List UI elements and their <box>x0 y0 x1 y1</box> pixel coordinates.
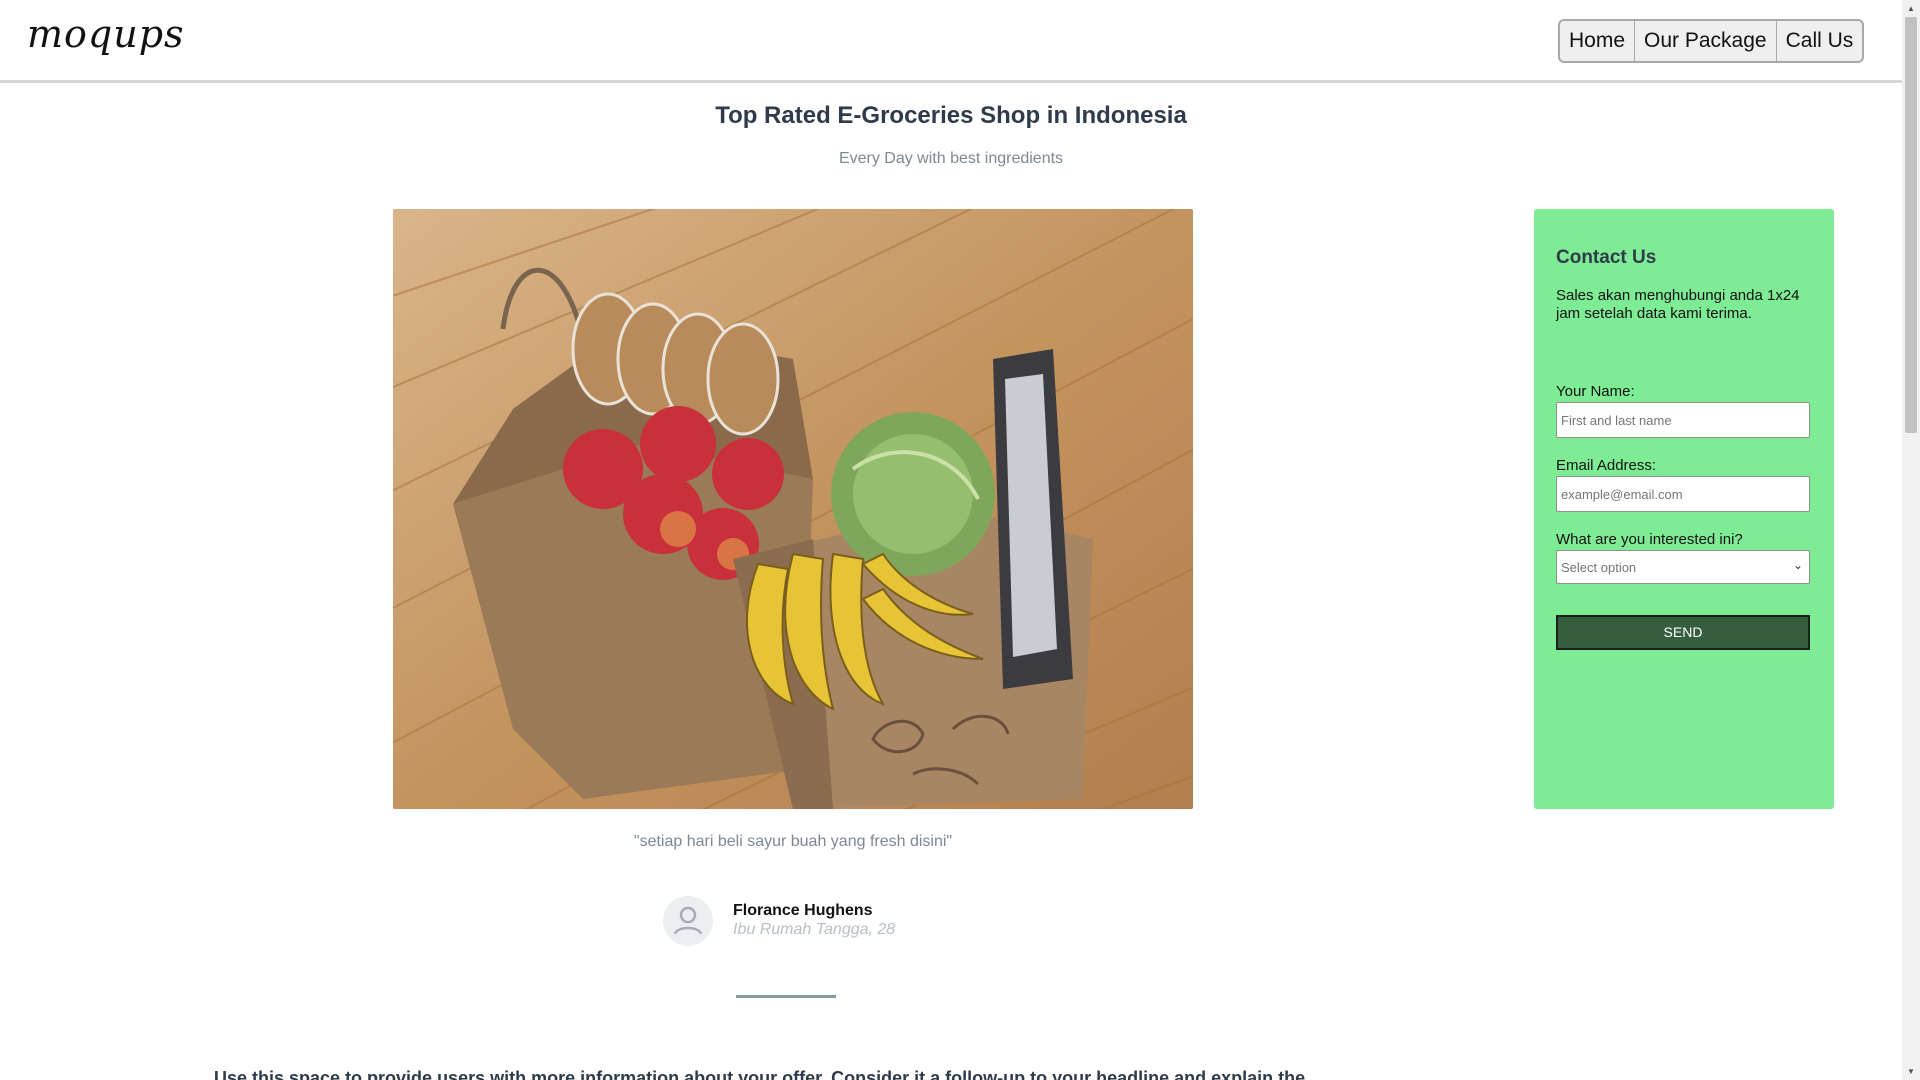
scroll-thumb[interactable] <box>1905 17 1917 433</box>
scroll-down-icon[interactable]: ▼ <box>1902 1063 1920 1080</box>
name-input[interactable] <box>1556 402 1810 438</box>
interest-label: What are you interested ini? <box>1556 531 1743 548</box>
contact-panel: Contact Us Sales akan menghubungi anda 1… <box>1534 209 1834 809</box>
chevron-down-icon: ⌄ <box>1792 558 1803 572</box>
site-header: moqups Home Our Package Call Us <box>0 0 1902 83</box>
main-nav: Home Our Package Call Us <box>1558 19 1865 63</box>
contact-description: Sales akan menghubungi anda 1x24 jam set… <box>1556 287 1800 322</box>
logo[interactable]: moqups <box>27 12 185 56</box>
hero-title: Top Rated E-Groceries Shop in Indonesia <box>715 102 1187 129</box>
name-label: Your Name: <box>1556 383 1635 400</box>
email-input[interactable] <box>1556 476 1810 512</box>
testimonial-name: Florance Hughens <box>733 902 873 919</box>
contact-title: Contact Us <box>1556 247 1657 268</box>
info-paragraph: Use this space to provide users with mor… <box>214 1068 1306 1080</box>
nav-home-button[interactable]: Home <box>1560 21 1636 61</box>
interest-select[interactable]: Select option ⌄ <box>1556 550 1810 584</box>
testimonial-quote: "setiap hari beli sayur buah yang fresh … <box>633 833 953 850</box>
vertical-scrollbar[interactable]: ▲ ▼ <box>1902 0 1920 1080</box>
user-avatar-icon <box>663 896 713 946</box>
page: moqups Home Our Package Call Us Top Rate… <box>0 0 1902 1080</box>
scroll-up-icon[interactable]: ▲ <box>1902 0 1920 17</box>
send-button[interactable]: SEND <box>1556 615 1810 650</box>
grocery-bags-photo <box>393 209 1193 809</box>
interest-select-value: Select option <box>1561 560 1637 575</box>
hero-subtitle: Every Day with best ingredients <box>838 150 1064 167</box>
nav-call-us-button[interactable]: Call Us <box>1777 21 1863 61</box>
email-label: Email Address: <box>1556 457 1657 474</box>
section-divider <box>736 995 836 998</box>
testimonial-role: Ibu Rumah Tangga, 28 <box>733 921 896 938</box>
nav-our-package-button[interactable]: Our Package <box>1635 21 1777 61</box>
grocery-photo-illustration <box>393 209 1193 809</box>
